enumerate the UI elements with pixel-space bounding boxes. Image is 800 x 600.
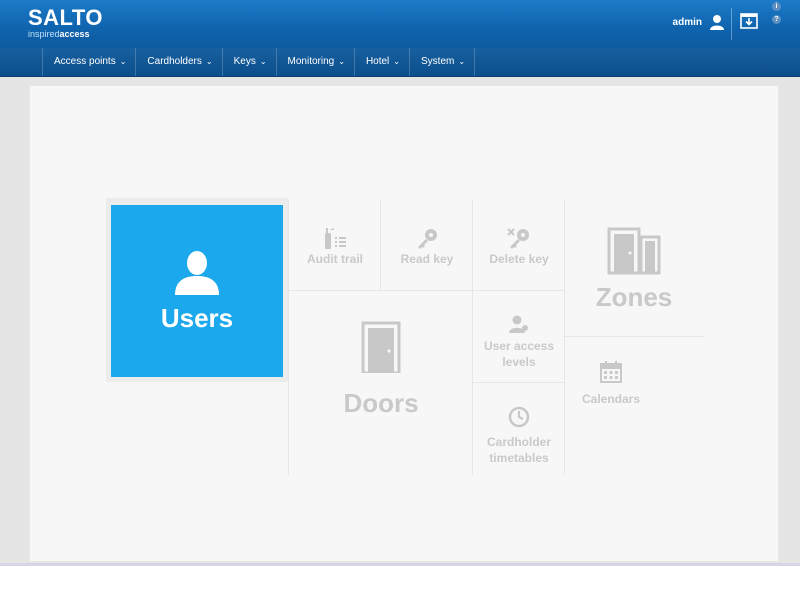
user-icon [175,251,219,295]
grid-divider [288,200,289,475]
logo-main-text: SALTO [28,5,104,30]
grid-divider [472,382,564,383]
nav-keys[interactable]: Keys ⌄ [223,48,277,76]
user-icon [710,15,724,30]
user-access-levels-icon [509,315,528,333]
users-tile[interactable]: Users [111,205,283,377]
cardholder-timetables-label: Cardholder timetables [486,435,551,465]
nav-items: Access points ⌄ Cardholders ⌄ Keys ⌄ Monito… [42,48,476,76]
user-menu[interactable]: admin [673,14,724,30]
logo-tagline: inspiredaccess [28,30,103,39]
nav-monitoring[interactable]: Monitoring ⌄ [277,48,355,76]
nav-access-points[interactable]: Access points ⌄ [43,48,137,76]
zones-tile[interactable]: Zones [566,210,702,330]
download-icon[interactable] [740,13,758,29]
zones-icon [607,227,661,275]
key-icon [418,229,437,249]
nav-label: System [421,56,455,67]
help-icon[interactable]: ? [772,15,781,24]
read-key-tile[interactable]: Read key [382,204,472,290]
door-icon [361,321,401,373]
grid-divider [564,200,565,475]
calendar-icon [600,361,622,383]
user-name: admin [672,16,702,28]
salto-logo: SALTO inspiredaccess [28,6,103,39]
user-access-levels-tile[interactable]: User access levels [474,304,564,380]
delete-key-icon [507,228,529,249]
delete-key-tile[interactable]: Delete key [474,204,564,290]
chevron-down-icon: ⌄ [205,57,213,66]
logo-tag-bold: access [59,29,90,39]
chevron-down-icon: ⌄ [338,57,345,66]
audit-trail-label: Audit trail [307,252,363,266]
audit-trail-icon [325,228,346,249]
zones-label: Zones [595,282,673,312]
user-access-levels-label: User access levels [483,339,555,369]
cardholder-timetables-tile[interactable]: Cardholder timetables [474,398,564,474]
header-divider [731,8,732,40]
chevron-down-icon: ⌄ [259,57,267,66]
nav-label: Hotel [365,56,390,67]
chevron-down-icon: ⌄ [393,57,400,66]
delete-key-label: Delete key [489,252,549,266]
read-key-label: Read key [400,252,454,266]
nav-hotel[interactable]: Hotel ⌄ [355,48,410,76]
grid-divider [472,200,473,475]
nav-label: Keys [233,56,256,67]
grid-divider [380,200,381,290]
grid-divider [564,336,704,337]
nav-cardholders[interactable]: Cardholders ⌄ [136,48,223,76]
logo-tag-light: inspired [28,29,60,39]
clock-icon [508,406,530,428]
main-nav: Access points ⌄ Cardholders ⌄ Keys ⌄ Monito… [0,48,800,77]
nav-label: Monitoring [287,56,335,67]
nav-label: Access points [54,56,116,67]
info-icon[interactable]: i [772,2,781,11]
nav-system[interactable]: System ⌄ [410,48,476,76]
app-header: SALTO inspiredaccess admin i ? [0,0,800,48]
grid-divider [288,290,564,291]
chevron-down-icon: ⌄ [458,57,466,66]
chevron-down-icon: ⌄ [119,57,127,66]
doors-tile[interactable]: Doors [290,300,472,440]
nav-label: Cardholders [147,56,202,67]
doors-label: Doors [343,388,419,418]
audit-trail-tile[interactable]: Audit trail [290,204,380,290]
bottom-border [0,563,800,566]
users-label: Users [160,303,234,333]
calendars-tile[interactable]: Calendars [566,344,656,424]
calendars-label: Calendars [581,392,641,406]
